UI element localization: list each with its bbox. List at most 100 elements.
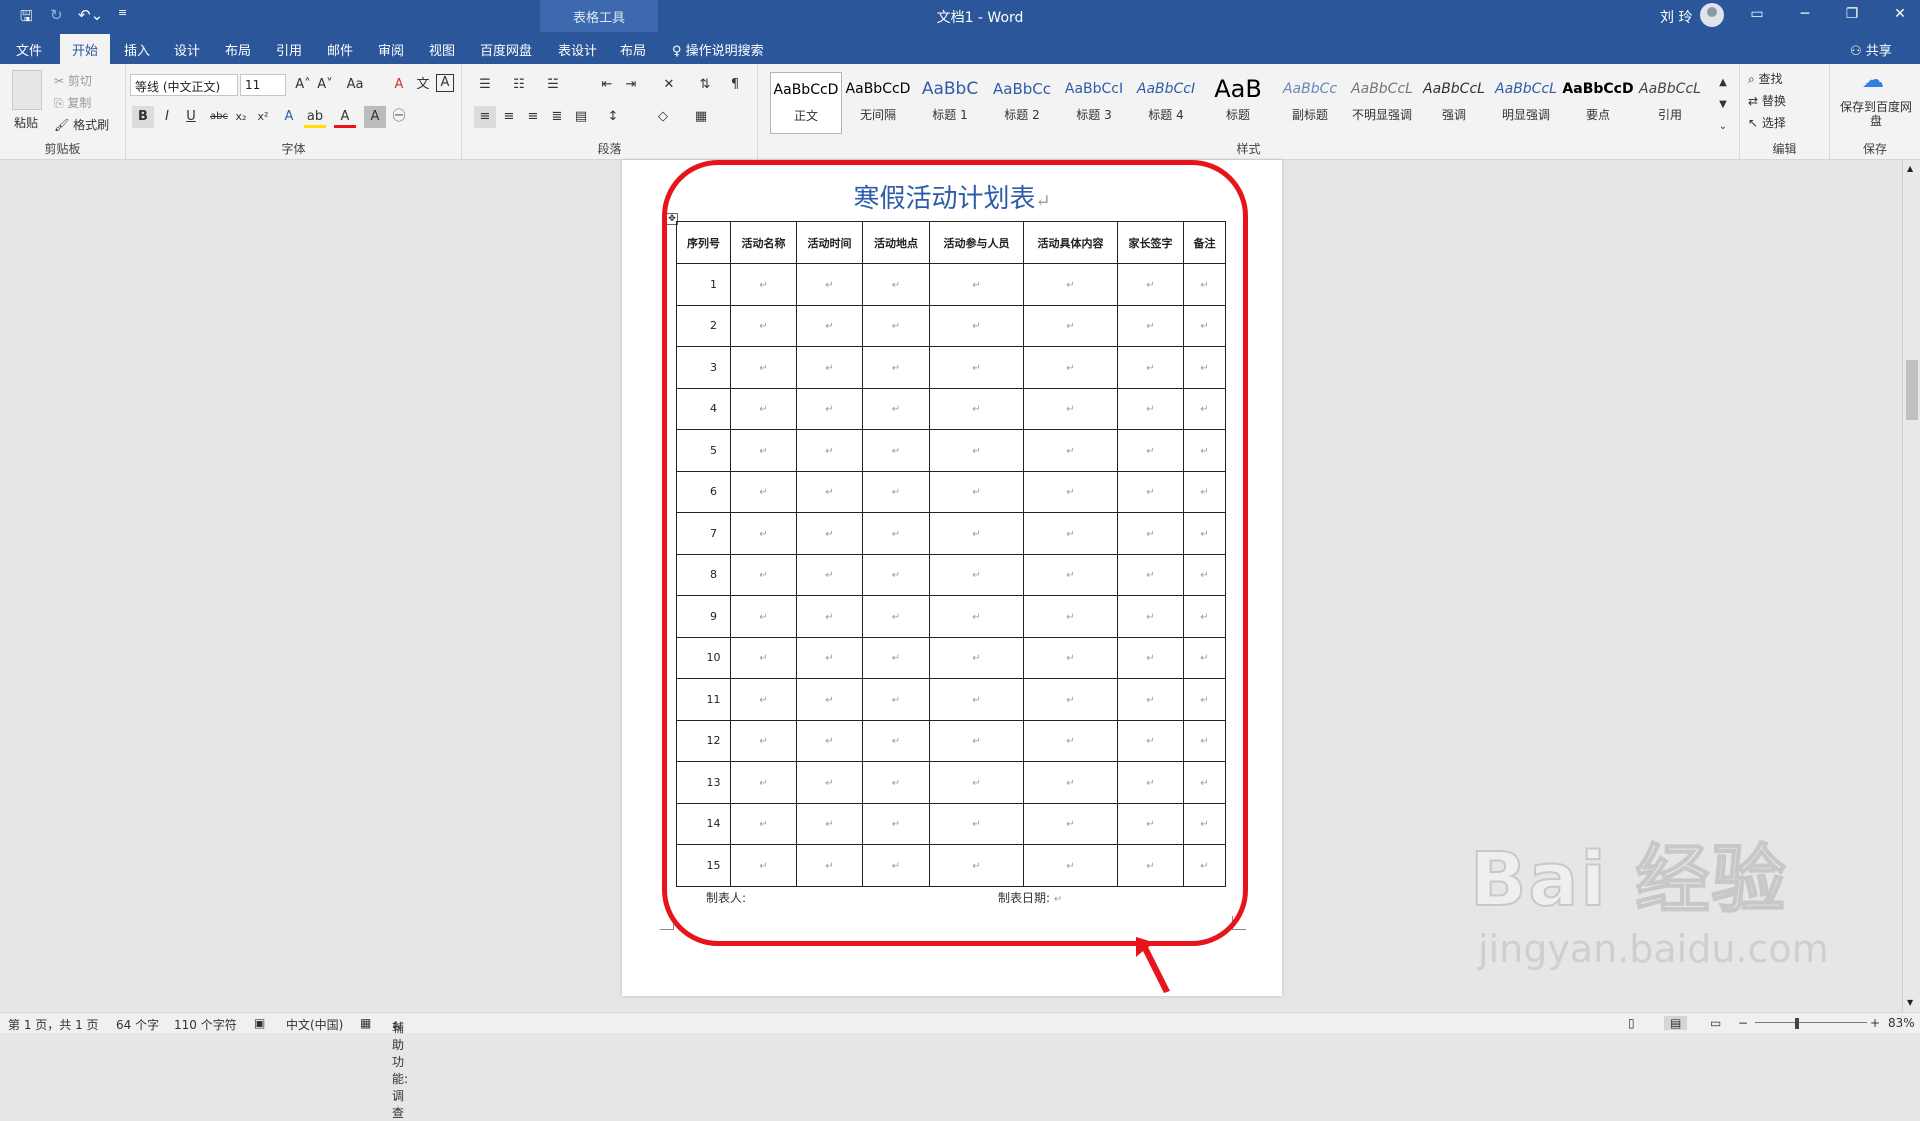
italic-icon[interactable]: I [156,106,178,128]
minimize-icon[interactable]: ─ [1790,6,1820,22]
align-center-icon[interactable]: ≡ [498,106,520,128]
tab-baidu-netdisk[interactable]: 百度网盘 [480,40,532,59]
increase-indent-icon[interactable]: ⇥ [620,74,642,96]
superscript-icon[interactable]: x² [252,106,274,128]
cut-button[interactable]: ✂ 剪切 [54,72,92,89]
shrink-font-icon[interactable]: A˅ [314,74,336,96]
tab-insert[interactable]: 插入 [124,40,150,59]
ribbon-display-icon[interactable]: ▭ [1742,6,1772,22]
tell-me-search[interactable]: ♀ 操作说明搜索 [672,40,764,59]
select-button[interactable]: ↖ 选择 [1748,114,1786,131]
save-icon[interactable]: 🖫 [20,6,33,31]
proofing-icon[interactable]: ▣ [254,1016,265,1030]
style-heading-4[interactable]: AaBbCcI 标题 4 [1130,72,1202,134]
styles-scroll-up-icon[interactable]: ▲ [1712,72,1734,94]
sort-icon[interactable]: ⇅ [694,74,716,96]
styles-more-icon[interactable]: ⌄ [1712,116,1734,138]
show-marks-icon[interactable]: ¶ [724,74,746,96]
font-size-select[interactable]: 11 [240,74,286,96]
customize-icon[interactable]: ≡ [118,6,127,19]
style-no-spacing[interactable]: AaBbCcD 无间隔 [842,72,914,134]
distributed-icon[interactable]: ▤ [570,106,592,128]
style-normal[interactable]: AaBbCcD 正文 [770,72,842,134]
print-layout-icon[interactable]: ▤ [1664,1016,1688,1030]
copy-button[interactable]: ⎘ 复制 [54,94,91,111]
strikethrough-icon[interactable]: abc [208,106,230,128]
style-heading-3[interactable]: AaBbCcI 标题 3 [1058,72,1130,134]
vertical-scrollbar[interactable]: ▲ ▼ [1902,160,1920,1012]
zoom-out-icon[interactable]: − [1738,1016,1748,1030]
phonetic-icon[interactable]: 文 [412,74,434,96]
style-subtitle[interactable]: AaBbCc 副标题 [1274,72,1346,134]
underline-icon[interactable]: U [180,106,202,128]
web-layout-icon[interactable]: ▭ [1710,1016,1721,1030]
clear-format-icon[interactable]: A [388,74,410,96]
tab-table-design[interactable]: 表设计 [558,40,597,59]
tab-file[interactable]: 文件 [16,40,42,59]
style-heading-2[interactable]: AaBbCc 标题 2 [986,72,1058,134]
tab-mailings[interactable]: 邮件 [327,40,353,59]
find-button[interactable]: ⌕ 查找 [1748,70,1783,87]
scroll-down-icon[interactable]: ▼ [1907,998,1913,1007]
page-count[interactable]: 第 1 页，共 1 页 [8,1016,99,1033]
close-icon[interactable]: ✕ [1885,6,1915,22]
subscript-icon[interactable]: x₂ [230,106,252,128]
multilevel-list-icon[interactable]: ☱ [542,74,564,96]
save-to-netdisk-button[interactable]: 保存到百度网盘 [1838,100,1914,128]
bold-icon[interactable]: B [132,106,154,128]
user-name[interactable]: 刘 玲 [1660,7,1692,27]
read-mode-icon[interactable]: ▯ [1628,1016,1635,1030]
char-shading-icon[interactable]: A [364,106,386,128]
text-effects-icon[interactable]: A [278,106,300,128]
highlight-icon[interactable]: ab [304,106,326,128]
macro-icon[interactable]: ▦ [360,1016,371,1030]
font-name-select[interactable]: 等线 (中文正文) [130,74,238,96]
tab-references[interactable]: 引用 [276,40,302,59]
chinese-layout-icon[interactable]: ✕ [658,74,680,96]
redo-icon[interactable]: ↻ [50,6,63,24]
numbering-icon[interactable]: ☷ [508,74,530,96]
bullets-icon[interactable]: ☰ [474,74,496,96]
style-quote[interactable]: AaBbCcL 引用 [1634,72,1706,134]
style-subtle-emphasis[interactable]: AaBbCcL 不明显强调 [1346,72,1418,134]
tab-home[interactable]: 开始 [60,34,111,64]
avatar[interactable] [1700,3,1724,27]
paste-button[interactable]: 粘贴 [14,114,38,131]
style-heading-1[interactable]: AaBbC 标题 1 [914,72,986,134]
font-color-icon[interactable]: A [334,106,356,128]
zoom-level[interactable]: 83% [1888,1016,1915,1030]
format-painter-button[interactable]: 🖌 格式刷 [54,116,109,133]
scroll-thumb[interactable] [1906,360,1918,420]
decrease-indent-icon[interactable]: ⇤ [596,74,618,96]
restore-icon[interactable]: ❐ [1837,6,1867,22]
align-right-icon[interactable]: ≡ [522,106,544,128]
zoom-slider-thumb[interactable] [1795,1018,1799,1029]
tab-view[interactable]: 视图 [429,40,455,59]
shading-icon[interactable]: ◇ [652,106,674,128]
style-title[interactable]: AaB 标题 [1202,72,1274,134]
word-count[interactable]: 64 个字 [116,1016,159,1033]
enclose-char-icon[interactable]: ㊀ [388,106,410,128]
replace-button[interactable]: ⇄ 替换 [1748,92,1786,109]
char-count[interactable]: 110 个字符 [174,1016,237,1033]
scroll-up-icon[interactable]: ▲ [1907,164,1913,173]
grow-font-icon[interactable]: A˄ [292,74,314,96]
tab-layout[interactable]: 布局 [225,40,251,59]
share-button[interactable]: ⚇ 共享 [1850,40,1892,59]
tab-table-layout[interactable]: 布局 [620,40,646,59]
undo-icon[interactable]: ↶⌄ [78,6,103,24]
zoom-slider[interactable] [1755,1022,1867,1023]
style-emphasis[interactable]: AaBbCcL 强调 [1418,72,1490,134]
borders-icon[interactable]: ▦ [690,106,712,128]
line-spacing-icon[interactable]: ↕ [602,106,624,128]
change-case-icon[interactable]: Aa [340,74,370,96]
justify-icon[interactable]: ≣ [546,106,568,128]
styles-scroll-down-icon[interactable]: ▼ [1712,94,1734,116]
style-strong[interactable]: AaBbCcD 要点 [1562,72,1634,134]
style-intense-emphasis[interactable]: AaBbCcL 明显强调 [1490,72,1562,134]
zoom-in-icon[interactable]: + [1870,1016,1880,1030]
align-left-icon[interactable]: ≡ [474,106,496,128]
language[interactable]: 中文(中国) [286,1016,343,1033]
tab-review[interactable]: 审阅 [378,40,404,59]
tab-design[interactable]: 设计 [174,40,200,59]
